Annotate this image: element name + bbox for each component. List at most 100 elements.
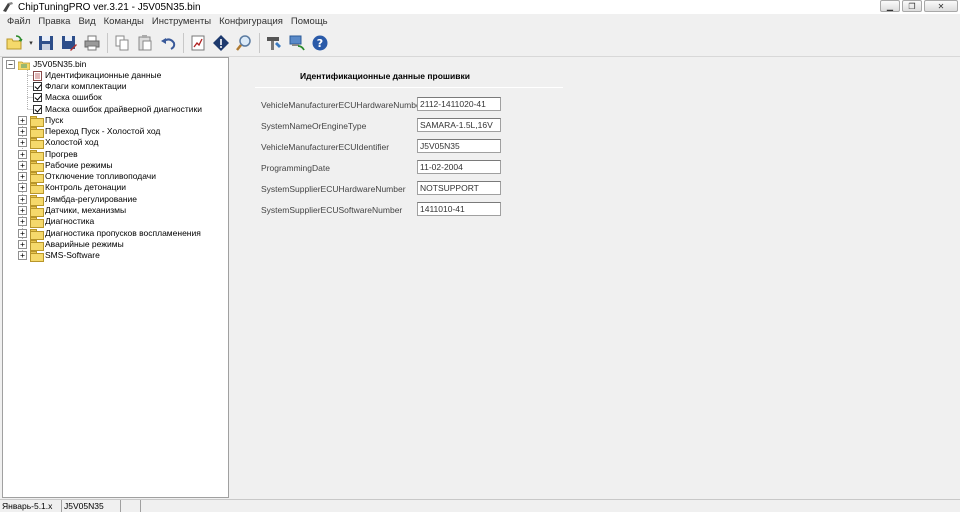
- expand-toggle[interactable]: +: [18, 240, 27, 249]
- menu-file[interactable]: Файл: [3, 14, 34, 29]
- open-icon: [6, 34, 23, 49]
- expand-toggle[interactable]: +: [18, 116, 27, 125]
- toolbar-separator: [107, 32, 108, 53]
- ecu-connect-button[interactable]: [286, 32, 308, 54]
- tree-folder-operating-modes[interactable]: + Рабочие режимы: [18, 160, 113, 172]
- tools-icon: [267, 36, 281, 50]
- open-dropdown-icon[interactable]: ▾: [27, 39, 35, 47]
- folder-icon: [30, 229, 44, 240]
- tree-folder-label: Контроль детонации: [45, 182, 126, 192]
- tree-leaf-error-mask[interactable]: Маска ошибок: [31, 92, 102, 103]
- toolbar-separator: [259, 32, 260, 53]
- field-label-supplier-hw-number: SystemSupplierECUHardwareNumber: [261, 184, 406, 194]
- chart-button[interactable]: [187, 32, 209, 54]
- field-label-programming-date: ProgrammingDate: [261, 163, 330, 173]
- title-bar[interactable]: ChipTuningPRO ver.3.21 - J5V05N35.bin ▁ …: [0, 0, 960, 14]
- folder-icon: [30, 150, 44, 161]
- tree-folder-misfire-diagnostics[interactable]: + Диагностика пропусков воспламенения: [18, 228, 201, 240]
- close-icon: ✕: [937, 1, 945, 11]
- menu-configuration[interactable]: Конфигурация: [215, 14, 287, 29]
- folder-icon: [30, 183, 44, 194]
- tree-folder-label: Отключение топливоподачи: [45, 171, 156, 181]
- supplier-sw-number-field[interactable]: 1411010-41: [417, 202, 501, 216]
- status-empty-cell: [121, 500, 141, 512]
- content-pane: Идентификационные данные прошивки Vehicl…: [231, 57, 960, 498]
- tree-leaf-driver-error-mask[interactable]: Маска ошибок драйверной диагностики: [31, 104, 202, 115]
- help-button[interactable]: ?: [309, 32, 331, 54]
- close-button[interactable]: ✕: [924, 0, 958, 12]
- copy-button[interactable]: [111, 32, 133, 54]
- tree-folder-fuel-cutoff[interactable]: + Отключение топливоподачи: [18, 171, 156, 183]
- section-title: Идентификационные данные прошивки: [300, 71, 470, 81]
- tree-folder-diagnostics[interactable]: + Диагностика: [18, 216, 94, 228]
- folder-icon: [30, 217, 44, 228]
- expand-toggle[interactable]: +: [18, 217, 27, 226]
- maximize-button[interactable]: ❐: [902, 0, 922, 12]
- collapse-toggle[interactable]: −: [6, 60, 15, 69]
- tree-root-label: J5V05N35.bin: [33, 59, 87, 69]
- expand-toggle[interactable]: +: [18, 161, 27, 170]
- tree-leaf-id-data[interactable]: Идентификационные данные: [31, 70, 162, 81]
- open-button[interactable]: [4, 32, 26, 54]
- tree-leaf-label: Идентификационные данные: [45, 70, 162, 81]
- diamond-icon: [213, 34, 229, 51]
- supplier-hw-number-field[interactable]: NOTSUPPORT: [417, 181, 501, 195]
- tools-button[interactable]: [263, 32, 285, 54]
- expand-toggle[interactable]: +: [18, 150, 27, 159]
- folder-icon: [30, 172, 44, 183]
- print-button[interactable]: [81, 32, 103, 54]
- expand-toggle[interactable]: +: [18, 206, 27, 215]
- programming-date-field[interactable]: 11-02-2004: [417, 160, 501, 174]
- status-firmware-family: Январь-5.1.x: [0, 500, 62, 512]
- expand-toggle[interactable]: +: [18, 127, 27, 136]
- config-flags-checkbox[interactable]: [33, 82, 42, 91]
- folder-icon: [30, 138, 44, 149]
- menu-edit[interactable]: Правка: [34, 14, 74, 29]
- field-label-hw-number: VehicleManufacturerECUHardwareNumber: [261, 100, 424, 110]
- expand-toggle[interactable]: +: [18, 229, 27, 238]
- status-file-id: J5V05N35: [62, 500, 121, 512]
- menu-view[interactable]: Вид: [74, 14, 99, 29]
- tree-folder-idle[interactable]: + Холостой ход: [18, 137, 99, 149]
- expand-toggle[interactable]: +: [18, 138, 27, 147]
- field-label-engine-type: SystemNameOrEngineType: [261, 121, 367, 131]
- error-mask-checkbox[interactable]: [33, 93, 42, 102]
- tree-folder-start[interactable]: + Пуск: [18, 115, 63, 127]
- undo-button[interactable]: [157, 32, 179, 54]
- folder-icon: [30, 251, 44, 262]
- expand-toggle[interactable]: +: [18, 183, 27, 192]
- menu-tools[interactable]: Инструменты: [148, 14, 215, 29]
- expand-toggle[interactable]: +: [18, 172, 27, 181]
- paste-button[interactable]: [134, 32, 156, 54]
- diamond-button[interactable]: [210, 32, 232, 54]
- engine-type-field[interactable]: SAMARA-1.5L,16V: [417, 118, 501, 132]
- tree-leaf-config-flags[interactable]: Флаги комплектации: [31, 81, 126, 92]
- tree-folder-label: SMS-Software: [45, 250, 100, 260]
- menu-commands[interactable]: Команды: [100, 14, 148, 29]
- chart-icon: [191, 35, 205, 50]
- expand-toggle[interactable]: +: [18, 251, 27, 260]
- tree-root[interactable]: − J5V05N35.bin: [6, 59, 86, 70]
- tree-folder-knock-control[interactable]: + Контроль детонации: [18, 182, 126, 194]
- ecu-identifier-field[interactable]: J5V05N35: [417, 139, 501, 153]
- tree-folder-lambda[interactable]: + Лямбда-регулирование: [18, 194, 137, 206]
- minimize-button[interactable]: ▁: [880, 0, 900, 12]
- driver-error-mask-checkbox[interactable]: [33, 105, 42, 114]
- menu-help[interactable]: Помощь: [287, 14, 332, 29]
- tree-folder-emergency-modes[interactable]: + Аварийные режимы: [18, 239, 124, 251]
- tree-pane[interactable]: − J5V05N35.bin Идентификационные данные …: [2, 57, 229, 498]
- tree-folder-label: Холостой ход: [45, 137, 99, 147]
- field-label-supplier-sw-number: SystemSupplierECUSoftwareNumber: [261, 205, 403, 215]
- copy-icon: [115, 35, 129, 50]
- search-button[interactable]: [233, 32, 255, 54]
- tree-folder-sensors[interactable]: + Датчики, механизмы: [18, 205, 126, 217]
- save-as-button[interactable]: [58, 32, 80, 54]
- menu-bar: Файл Правка Вид Команды Инструменты Конф…: [0, 14, 960, 29]
- save-button[interactable]: [35, 32, 57, 54]
- tree-folder-start-idle[interactable]: + Переход Пуск - Холостой ход: [18, 126, 160, 138]
- help-icon: ?: [312, 35, 328, 50]
- expand-toggle[interactable]: +: [18, 195, 27, 204]
- hw-number-field[interactable]: 2112-1411020-41: [417, 97, 501, 111]
- tree-folder-sms-software[interactable]: + SMS-Software: [18, 250, 100, 262]
- tree-folder-warmup[interactable]: + Прогрев: [18, 149, 78, 161]
